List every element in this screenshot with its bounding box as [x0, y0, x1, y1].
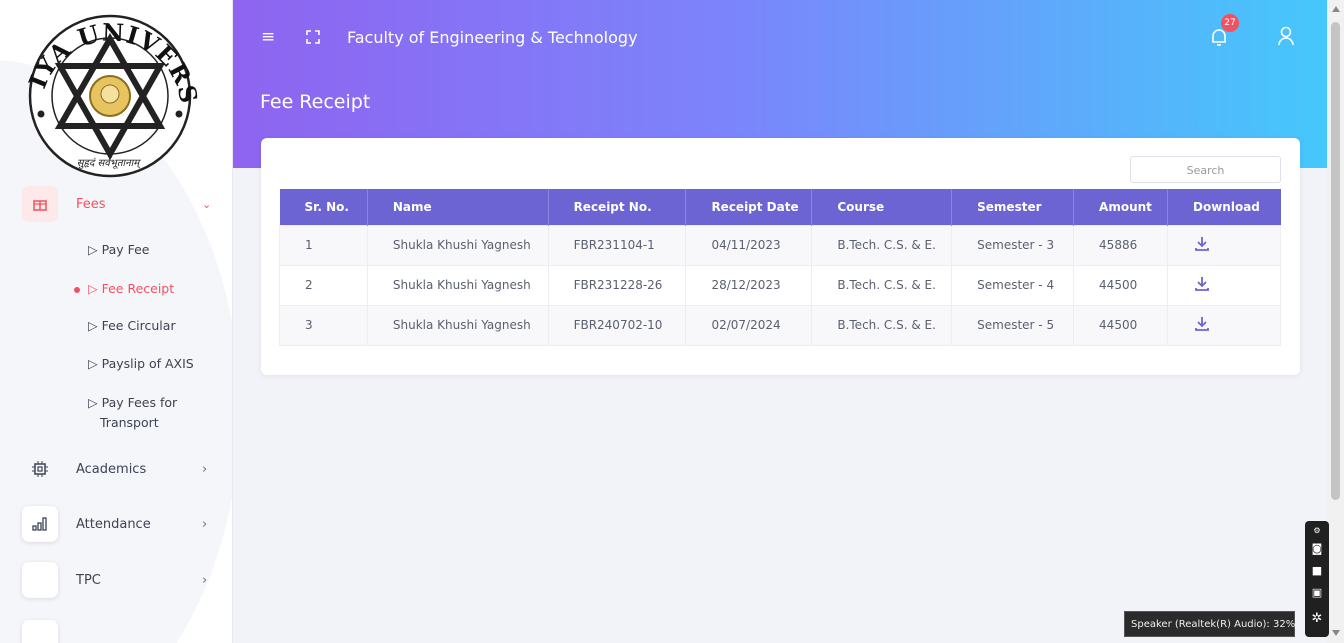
sidebar-item-label: TPC — [76, 572, 101, 588]
camera-icon[interactable]: ◙ — [1311, 543, 1323, 555]
sidebar-item-label: Fees — [76, 196, 106, 212]
chevron-right-icon: › — [202, 572, 208, 588]
vertical-scrollbar[interactable] — [1327, 0, 1344, 643]
cell-download — [1167, 224, 1281, 266]
cell-course: B.Tech. C.S. & E. — [811, 224, 953, 266]
cell-semester: Semester - 3 — [951, 224, 1075, 266]
gift-icon — [22, 186, 58, 222]
cell-sr-no: 2 — [279, 264, 368, 306]
cell-download — [1167, 304, 1281, 346]
col-course: Course — [811, 189, 953, 225]
cell-semester: Semester - 5 — [951, 304, 1075, 346]
cell-receipt-date: 04/11/2023 — [685, 224, 813, 266]
cell-amount: 44500 — [1073, 304, 1168, 346]
cell-course: B.Tech. C.S. & E. — [811, 304, 953, 346]
cell-receipt-date: 02/07/2024 — [685, 304, 813, 346]
cell-semester: Semester - 4 — [951, 264, 1075, 306]
sidebar-item-fees[interactable]: Fees ⌄ — [0, 184, 232, 224]
university-logo[interactable]: ATMIYA UNIVERSITY सुहृदं सर्वभूतानाम् — [20, 4, 200, 180]
table-row: 1 Shukla Khushi Yagnesh FBR231104-1 04/1… — [279, 224, 1281, 266]
cell-download — [1167, 264, 1281, 306]
sidebar-item-academics[interactable]: Academics › — [0, 449, 232, 489]
page-title: Fee Receipt — [260, 91, 371, 113]
col-name: Name — [367, 189, 549, 225]
bar-chart-icon — [22, 506, 58, 542]
video-icon[interactable]: ■ — [1311, 565, 1323, 577]
cell-sr-no: 1 — [279, 224, 368, 266]
download-icon[interactable] — [1194, 236, 1210, 252]
cell-receipt-date: 28/12/2023 — [685, 264, 813, 306]
notification-badge: 27 — [1221, 14, 1239, 32]
submenu-fee-receipt[interactable]: ▷ Fee Receipt — [88, 279, 174, 299]
cell-receipt-no: FBR231228-26 — [547, 264, 687, 306]
svg-text:सुहृदं सर्वभूतानाम्: सुहृदं सर्वभूतानाम् — [77, 157, 142, 169]
fullscreen-icon[interactable] — [306, 30, 320, 44]
chevron-down-icon: ⌄ — [202, 197, 212, 211]
faculty-title: Faculty of Engineering & Technology — [347, 28, 638, 47]
partial-menu-icon[interactable] — [22, 620, 58, 643]
cell-sr-no: 3 — [279, 304, 368, 346]
chevron-right-icon: › — [202, 461, 208, 477]
submenu-pay-fee[interactable]: ▷ Pay Fee — [88, 240, 149, 260]
col-amount: Amount — [1073, 189, 1168, 225]
col-sr-no: Sr. No. — [279, 189, 368, 225]
window-icon[interactable]: ▣ — [1311, 587, 1323, 599]
user-icon[interactable] — [1277, 26, 1295, 46]
submenu-fee-circular[interactable]: ▷ Fee Circular — [88, 316, 176, 336]
cell-amount: 44500 — [1073, 264, 1168, 306]
cell-name: Shukla Khushi Yagnesh — [366, 264, 549, 306]
col-receipt-date: Receipt Date — [685, 189, 813, 225]
download-icon[interactable] — [1194, 316, 1210, 332]
active-dot-icon — [74, 287, 80, 293]
blank-icon — [22, 562, 58, 598]
scroll-down-icon[interactable] — [1332, 630, 1340, 636]
scrollbar-thumb[interactable] — [1331, 22, 1340, 500]
menu-icon[interactable]: ≡ — [261, 28, 279, 46]
submenu-payslip-axis[interactable]: ▷ Payslip of AXIS — [88, 354, 194, 374]
table-row: 3 Shukla Khushi Yagnesh FBR240702-10 02/… — [279, 304, 1281, 346]
sidebar-item-label: Academics — [76, 461, 147, 477]
gear-icon[interactable]: ✲ — [1311, 612, 1323, 625]
cell-name: Shukla Khushi Yagnesh — [366, 224, 549, 266]
col-receipt-no: Receipt No. — [548, 189, 687, 225]
cell-name: Shukla Khushi Yagnesh — [366, 304, 549, 346]
cell-receipt-no: FBR240702-10 — [547, 304, 687, 346]
volume-tooltip: Speaker (Realtek(R) Audio): 32% — [1124, 611, 1295, 637]
submenu-pay-fees-transport[interactable]: ▷ Pay Fees for Transport — [88, 393, 177, 433]
sidebar-item-label: Attendance — [76, 516, 151, 532]
cell-amount: 45886 — [1073, 224, 1168, 266]
settings-dots-icon[interactable]: ⚙ — [1311, 525, 1323, 537]
cell-receipt-no: FBR231104-1 — [547, 224, 687, 266]
col-download: Download — [1167, 189, 1281, 225]
submenu-label-line2: Transport — [100, 415, 159, 430]
cell-course: B.Tech. C.S. & E. — [811, 264, 953, 306]
sidebar: ATMIYA UNIVERSITY सुहृदं सर्वभूतानाम् Fe… — [0, 0, 233, 643]
receipt-card: Search Sr. No. Name Receipt No. Receipt … — [261, 138, 1300, 375]
col-semester: Semester — [951, 189, 1075, 225]
table-row: 2 Shukla Khushi Yagnesh FBR231228-26 28/… — [279, 264, 1281, 306]
scroll-up-icon[interactable] — [1332, 6, 1340, 12]
submenu-label-line1: ▷ Pay Fees for — [88, 395, 178, 410]
download-icon[interactable] — [1194, 276, 1210, 292]
sidebar-item-tpc[interactable]: TPC › — [0, 560, 232, 600]
receipt-table: Sr. No. Name Receipt No. Receipt Date Co… — [279, 189, 1281, 346]
chevron-right-icon: › — [202, 516, 208, 532]
search-input[interactable]: Search — [1130, 156, 1281, 183]
chip-icon — [22, 451, 58, 487]
capture-toolbar: ⚙ ◙ ■ ▣ ✲ — [1305, 521, 1329, 637]
table-header-row: Sr. No. Name Receipt No. Receipt Date Co… — [279, 189, 1281, 225]
sidebar-item-attendance[interactable]: Attendance › — [0, 504, 232, 544]
